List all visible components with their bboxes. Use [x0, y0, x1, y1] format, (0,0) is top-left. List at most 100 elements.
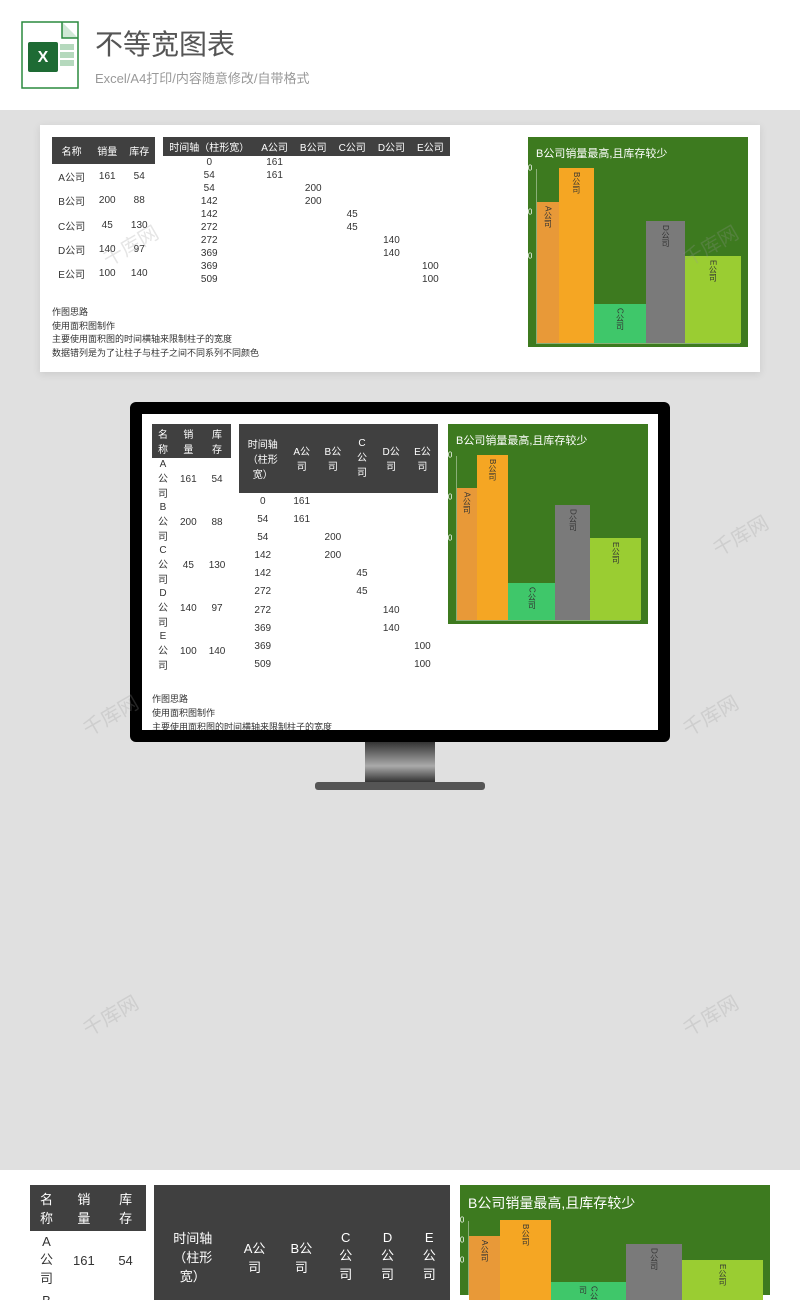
cell — [317, 511, 348, 529]
notes-block: 作图思路 使用面积图制作 主要使用面积图的时间横轴来限制柱子的宽度 数据错列是为… — [52, 306, 518, 359]
cell — [407, 565, 438, 583]
summary-table: 名称销量库存A公司16154B公司20088C公司45130D公司14097E公… — [152, 424, 231, 673]
cell — [286, 547, 317, 565]
cell — [407, 619, 438, 637]
cell: 140 — [376, 601, 407, 619]
bar-label: D公司 — [567, 509, 578, 531]
bar-D公司: D公司 — [555, 505, 590, 621]
cell — [348, 637, 375, 655]
col-header: B公司 — [317, 424, 348, 492]
cell: 161 — [63, 1231, 105, 1290]
cell — [372, 260, 411, 273]
cell — [333, 195, 372, 208]
cell: 88 — [123, 189, 155, 213]
cell — [372, 156, 411, 169]
table-row: 369100 — [163, 260, 449, 273]
cell: 142 — [163, 195, 255, 208]
cell: 97 — [203, 587, 232, 630]
cell: 100 — [407, 655, 438, 673]
cell: D公司 — [52, 237, 91, 261]
cell: 200 — [317, 547, 348, 565]
cell: 45 — [348, 583, 375, 601]
watermark: 千库网 — [77, 987, 143, 1042]
cell: B公司 — [30, 1290, 63, 1300]
cell: C公司 — [152, 544, 174, 587]
col-header: 时间轴（柱形宽） — [154, 1185, 231, 1300]
preview-card-1: 名称销量库存A公司16154B公司20088C公司45130D公司14097E公… — [40, 125, 760, 372]
cell: 200 — [294, 182, 333, 195]
bar-label: B公司 — [520, 1224, 531, 1245]
detail-table: 时间轴（柱形宽）A公司B公司C公司D公司E公司01615416154200142… — [239, 424, 438, 673]
cell: E公司 — [52, 262, 91, 286]
note-line: 使用面积图制作 — [52, 320, 518, 333]
cell: A公司 — [30, 1231, 63, 1290]
y-tick: 0 — [439, 616, 443, 625]
table-row: 54161 — [163, 169, 449, 182]
col-header: C公司 — [325, 1185, 367, 1300]
cell: 45 — [91, 213, 123, 237]
cell — [411, 208, 450, 221]
col-header: 销量 — [91, 137, 123, 164]
cell: 200 — [91, 189, 123, 213]
cell — [317, 655, 348, 673]
cell — [376, 529, 407, 547]
cell — [255, 273, 294, 286]
bar-label: A公司 — [479, 1240, 490, 1261]
cell — [348, 655, 375, 673]
cell — [348, 601, 375, 619]
header-text: 不等宽图表 Excel/A4打印/内容随意修改/自带格式 — [95, 23, 310, 87]
col-header: A公司 — [286, 424, 317, 492]
bar-label: A公司 — [542, 206, 553, 227]
col-header: D公司 — [376, 424, 407, 492]
bar-E公司: E公司 — [590, 538, 641, 621]
cell — [333, 260, 372, 273]
col-header: E公司 — [411, 137, 450, 156]
cell: 161 — [286, 493, 317, 511]
table-row: C公司45130 — [52, 213, 155, 237]
detail-table: 时间轴（柱形宽）A公司B公司C公司D公司E公司01615416154200 — [154, 1185, 450, 1300]
cell — [333, 182, 372, 195]
cell: 140 — [372, 234, 411, 247]
y-tick: 150 — [439, 492, 452, 501]
cell — [411, 195, 450, 208]
table-row: B公司20088 — [52, 189, 155, 213]
col-header: 时间轴（柱形宽） — [239, 424, 286, 492]
bar-label: B公司 — [487, 459, 498, 480]
cell: C公司 — [52, 213, 91, 237]
bar-label: C公司 — [578, 1286, 600, 1300]
cell — [376, 583, 407, 601]
cell: 161 — [174, 458, 203, 501]
table-row: A公司16154 — [52, 164, 155, 188]
cell — [286, 655, 317, 673]
col-header: 库存 — [203, 424, 232, 458]
cell — [407, 493, 438, 511]
cell — [407, 511, 438, 529]
cell: 161 — [255, 156, 294, 169]
y-tick: 100 — [451, 1256, 464, 1265]
table-row: 509100 — [163, 273, 449, 286]
cell — [255, 182, 294, 195]
cell — [372, 182, 411, 195]
cell — [411, 234, 450, 247]
bar-label: A公司 — [461, 492, 472, 513]
bar-label: C公司 — [526, 587, 537, 609]
cell — [286, 565, 317, 583]
cell: 0 — [163, 156, 255, 169]
cell: B公司 — [152, 501, 174, 544]
cell — [372, 273, 411, 286]
col-header: A公司 — [255, 137, 294, 156]
cell — [317, 619, 348, 637]
cell — [407, 601, 438, 619]
table-row: B公司20088 — [30, 1290, 146, 1300]
table-row: 14245 — [163, 208, 449, 221]
table-row: 0161 — [163, 156, 449, 169]
col-header: C公司 — [333, 137, 372, 156]
cell: 200 — [174, 501, 203, 544]
table-row: C公司45130 — [152, 544, 231, 587]
cell: 54 — [163, 169, 255, 182]
cell — [294, 260, 333, 273]
cell — [348, 511, 375, 529]
cell — [286, 583, 317, 601]
cell: 140 — [123, 262, 155, 286]
table-row: A公司16154 — [152, 458, 231, 501]
